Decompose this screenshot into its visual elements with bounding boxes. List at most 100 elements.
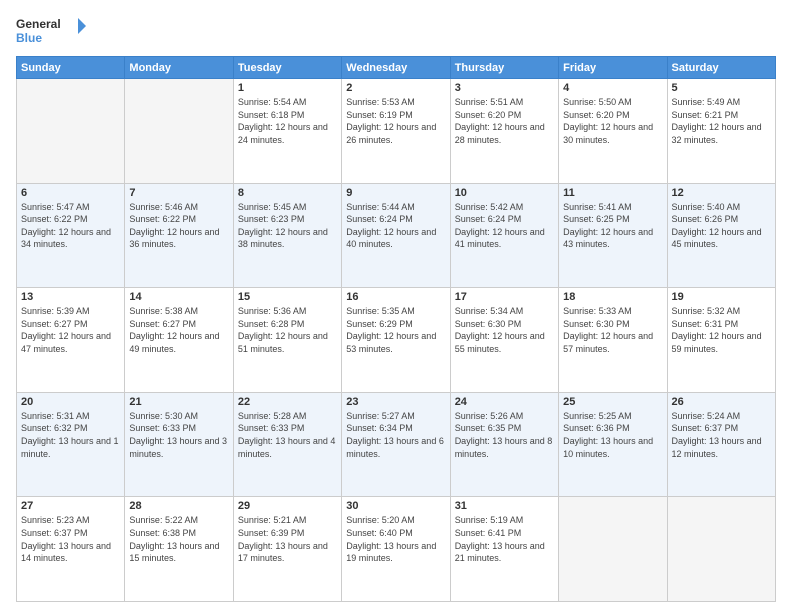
day-detail: Sunrise: 5:28 AMSunset: 6:33 PMDaylight:…: [238, 410, 337, 460]
calendar-cell: 17 Sunrise: 5:34 AMSunset: 6:30 PMDayligh…: [450, 288, 558, 393]
weekday-header-row: SundayMondayTuesdayWednesdayThursdayFrid…: [17, 57, 776, 79]
day-detail: Sunrise: 5:31 AMSunset: 6:32 PMDaylight:…: [21, 410, 120, 460]
day-detail: Sunrise: 5:20 AMSunset: 6:40 PMDaylight:…: [346, 514, 445, 564]
calendar-cell: 4 Sunrise: 5:50 AMSunset: 6:20 PMDaylight…: [559, 79, 667, 184]
week-row-5: 27 Sunrise: 5:23 AMSunset: 6:37 PMDayligh…: [17, 497, 776, 602]
day-detail: Sunrise: 5:35 AMSunset: 6:29 PMDaylight:…: [346, 305, 445, 355]
svg-text:Blue: Blue: [16, 31, 42, 45]
week-row-2: 6 Sunrise: 5:47 AMSunset: 6:22 PMDaylight…: [17, 183, 776, 288]
day-detail: Sunrise: 5:53 AMSunset: 6:19 PMDaylight:…: [346, 96, 445, 146]
day-number: 31: [455, 500, 554, 512]
calendar-cell: 30 Sunrise: 5:20 AMSunset: 6:40 PMDayligh…: [342, 497, 450, 602]
day-detail: Sunrise: 5:19 AMSunset: 6:41 PMDaylight:…: [455, 514, 554, 564]
day-detail: Sunrise: 5:34 AMSunset: 6:30 PMDaylight:…: [455, 305, 554, 355]
calendar-cell: 1 Sunrise: 5:54 AMSunset: 6:18 PMDaylight…: [233, 79, 341, 184]
calendar-cell: 18 Sunrise: 5:33 AMSunset: 6:30 PMDayligh…: [559, 288, 667, 393]
day-number: 28: [129, 500, 228, 512]
day-detail: Sunrise: 5:50 AMSunset: 6:20 PMDaylight:…: [563, 96, 662, 146]
calendar-cell: 15 Sunrise: 5:36 AMSunset: 6:28 PMDayligh…: [233, 288, 341, 393]
weekday-wednesday: Wednesday: [342, 57, 450, 79]
day-number: 16: [346, 291, 445, 303]
day-number: 12: [672, 187, 771, 199]
calendar-cell: 5Sunrise: 5:49 AMSunset: 6:21 PMDaylight…: [667, 79, 775, 184]
day-number: 23: [346, 396, 445, 408]
day-detail: Sunrise: 5:32 AMSunset: 6:31 PMDaylight:…: [672, 305, 771, 355]
calendar-cell: 10Sunrise: 5:42 AMSunset: 6:24 PMDayligh…: [450, 183, 558, 288]
calendar-cell: 3Sunrise: 5:51 AMSunset: 6:20 PMDaylight…: [450, 79, 558, 184]
day-number: 17: [455, 291, 554, 303]
day-detail: Sunrise: 5:47 AMSunset: 6:22 PMDaylight:…: [21, 201, 120, 251]
calendar-table: SundayMondayTuesdayWednesdayThursdayFrid…: [16, 56, 776, 602]
day-detail: Sunrise: 5:36 AMSunset: 6:28 PMDaylight:…: [238, 305, 337, 355]
calendar-cell: 7 Sunrise: 5:46 AMSunset: 6:22 PMDaylight…: [125, 183, 233, 288]
week-row-3: 13Sunrise: 5:39 AMSunset: 6:27 PMDayligh…: [17, 288, 776, 393]
logo: General Blue: [16, 14, 86, 50]
calendar-cell: 29 Sunrise: 5:21 AMSunset: 6:39 PMDayligh…: [233, 497, 341, 602]
day-number: 11: [563, 187, 662, 199]
week-row-4: 20 Sunrise: 5:31 AMSunset: 6:32 PMDayligh…: [17, 392, 776, 497]
day-detail: Sunrise: 5:54 AMSunset: 6:18 PMDaylight:…: [238, 96, 337, 146]
day-detail: Sunrise: 5:46 AMSunset: 6:22 PMDaylight:…: [129, 201, 228, 251]
calendar-cell: 28 Sunrise: 5:22 AMSunset: 6:38 PMDayligh…: [125, 497, 233, 602]
calendar-cell: 21Sunrise: 5:30 AMSunset: 6:33 PMDayligh…: [125, 392, 233, 497]
day-number: 21: [129, 396, 228, 408]
calendar-cell: 11 Sunrise: 5:41 AMSunset: 6:25 PMDayligh…: [559, 183, 667, 288]
calendar-cell: 19 Sunrise: 5:32 AMSunset: 6:31 PMDayligh…: [667, 288, 775, 393]
weekday-monday: Monday: [125, 57, 233, 79]
day-number: 25: [563, 396, 662, 408]
day-number: 24: [455, 396, 554, 408]
day-detail: Sunrise: 5:44 AMSunset: 6:24 PMDaylight:…: [346, 201, 445, 251]
weekday-thursday: Thursday: [450, 57, 558, 79]
week-row-1: 1 Sunrise: 5:54 AMSunset: 6:18 PMDaylight…: [17, 79, 776, 184]
weekday-saturday: Saturday: [667, 57, 775, 79]
day-detail: Sunrise: 5:40 AMSunset: 6:26 PMDaylight:…: [672, 201, 771, 251]
day-detail: Sunrise: 5:22 AMSunset: 6:38 PMDaylight:…: [129, 514, 228, 564]
weekday-sunday: Sunday: [17, 57, 125, 79]
calendar-cell: 2 Sunrise: 5:53 AMSunset: 6:19 PMDaylight…: [342, 79, 450, 184]
day-number: 18: [563, 291, 662, 303]
calendar-cell: 12 Sunrise: 5:40 AMSunset: 6:26 PMDayligh…: [667, 183, 775, 288]
day-detail: Sunrise: 5:25 AMSunset: 6:36 PMDaylight:…: [563, 410, 662, 460]
day-number: 27: [21, 500, 120, 512]
calendar-cell: [17, 79, 125, 184]
day-number: 15: [238, 291, 337, 303]
calendar-cell: 13Sunrise: 5:39 AMSunset: 6:27 PMDayligh…: [17, 288, 125, 393]
day-detail: Sunrise: 5:41 AMSunset: 6:25 PMDaylight:…: [563, 201, 662, 251]
day-detail: Sunrise: 5:51 AMSunset: 6:20 PMDaylight:…: [455, 96, 554, 146]
calendar-cell: 31 Sunrise: 5:19 AMSunset: 6:41 PMDayligh…: [450, 497, 558, 602]
day-detail: Sunrise: 5:26 AMSunset: 6:35 PMDaylight:…: [455, 410, 554, 460]
day-detail: Sunrise: 5:24 AMSunset: 6:37 PMDaylight:…: [672, 410, 771, 460]
day-number: 4: [563, 82, 662, 94]
day-detail: Sunrise: 5:42 AMSunset: 6:24 PMDaylight:…: [455, 201, 554, 251]
day-number: 2: [346, 82, 445, 94]
day-number: 29: [238, 500, 337, 512]
logo-svg: General Blue: [16, 14, 86, 50]
calendar-cell: 16 Sunrise: 5:35 AMSunset: 6:29 PMDayligh…: [342, 288, 450, 393]
calendar-cell: 6 Sunrise: 5:47 AMSunset: 6:22 PMDaylight…: [17, 183, 125, 288]
calendar-cell: 9Sunrise: 5:44 AMSunset: 6:24 PMDaylight…: [342, 183, 450, 288]
calendar-cell: [125, 79, 233, 184]
day-detail: Sunrise: 5:45 AMSunset: 6:23 PMDaylight:…: [238, 201, 337, 251]
day-number: 26: [672, 396, 771, 408]
day-number: 30: [346, 500, 445, 512]
day-number: 5: [672, 82, 771, 94]
day-number: 7: [129, 187, 228, 199]
day-detail: Sunrise: 5:21 AMSunset: 6:39 PMDaylight:…: [238, 514, 337, 564]
day-detail: Sunrise: 5:23 AMSunset: 6:37 PMDaylight:…: [21, 514, 120, 564]
page: General Blue SundayMondayTuesdayWednesda…: [0, 0, 792, 612]
calendar-cell: 14Sunrise: 5:38 AMSunset: 6:27 PMDayligh…: [125, 288, 233, 393]
weekday-tuesday: Tuesday: [233, 57, 341, 79]
weekday-friday: Friday: [559, 57, 667, 79]
day-detail: Sunrise: 5:33 AMSunset: 6:30 PMDaylight:…: [563, 305, 662, 355]
day-number: 20: [21, 396, 120, 408]
day-detail: Sunrise: 5:39 AMSunset: 6:27 PMDaylight:…: [21, 305, 120, 355]
calendar-cell: 23Sunrise: 5:27 AMSunset: 6:34 PMDayligh…: [342, 392, 450, 497]
svg-text:General: General: [16, 17, 61, 31]
day-number: 1: [238, 82, 337, 94]
day-number: 19: [672, 291, 771, 303]
day-detail: Sunrise: 5:38 AMSunset: 6:27 PMDaylight:…: [129, 305, 228, 355]
calendar-cell: [559, 497, 667, 602]
calendar-cell: 26 Sunrise: 5:24 AMSunset: 6:37 PMDayligh…: [667, 392, 775, 497]
day-number: 6: [21, 187, 120, 199]
calendar-cell: 8Sunrise: 5:45 AMSunset: 6:23 PMDaylight…: [233, 183, 341, 288]
